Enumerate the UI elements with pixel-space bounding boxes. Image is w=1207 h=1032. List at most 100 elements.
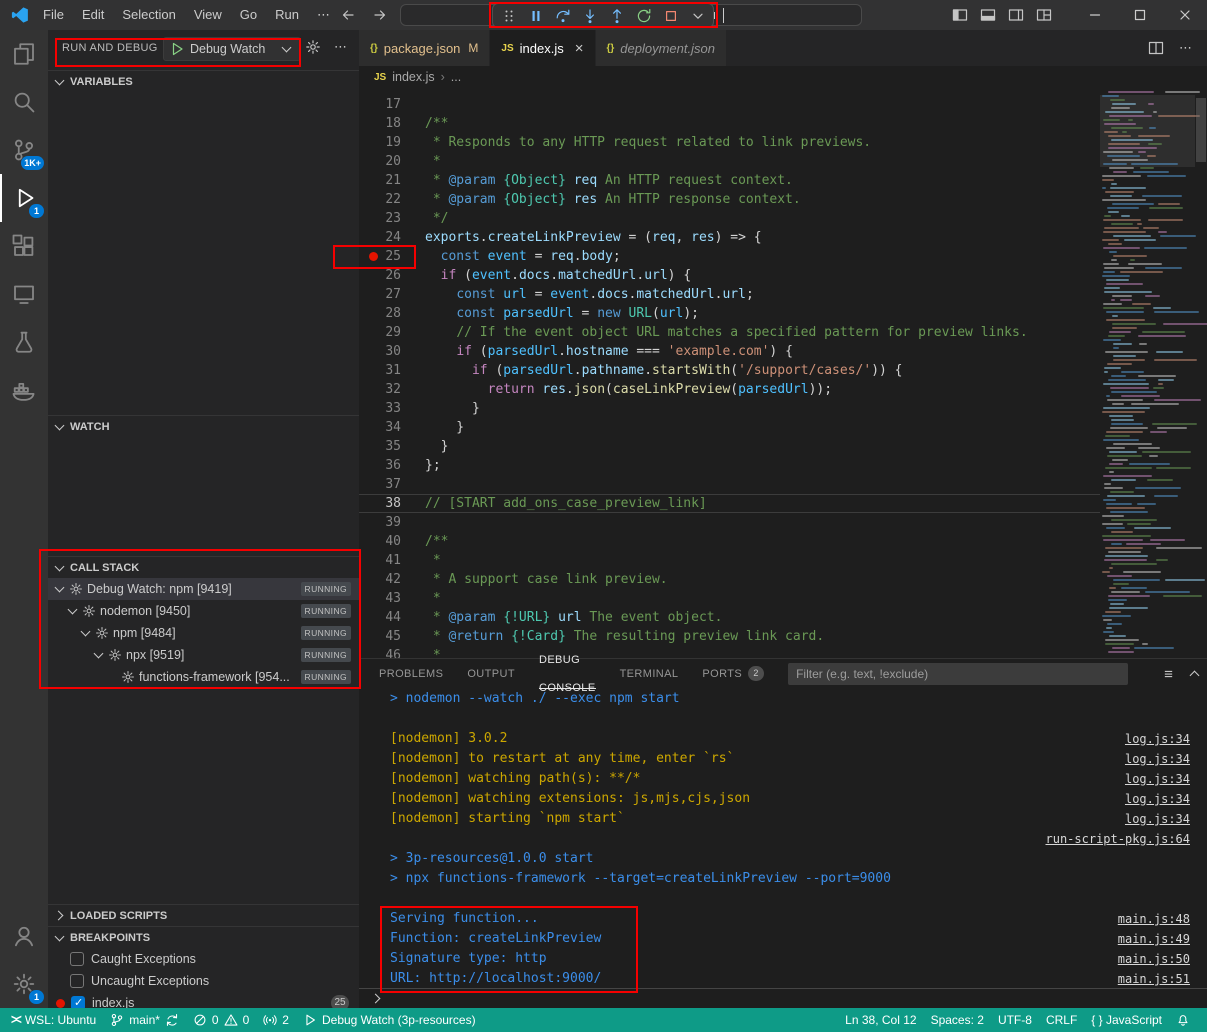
cursor-position[interactable]: Ln 38, Col 12 xyxy=(838,1008,923,1032)
menu-more[interactable]: ⋯ xyxy=(308,0,339,30)
source-link[interactable]: main.js:48 xyxy=(1118,909,1190,929)
toggle-secondary-sidebar-icon[interactable] xyxy=(1008,7,1024,23)
panel-tab-ports[interactable]: PORTS2 xyxy=(702,659,764,689)
call-stack-row[interactable]: npx [9519]RUNNING xyxy=(48,644,359,666)
line-number[interactable]: 42 xyxy=(359,570,425,589)
line-number[interactable]: 30 xyxy=(359,342,425,361)
source-control-icon[interactable]: 1K+ xyxy=(0,126,48,174)
line-number[interactable]: 35 xyxy=(359,437,425,456)
line-number[interactable]: 20 xyxy=(359,152,425,171)
docker-icon[interactable] xyxy=(0,366,48,414)
chevron-up-icon[interactable] xyxy=(1187,666,1203,682)
line-number[interactable]: 37 xyxy=(359,475,425,494)
watch-section-header[interactable]: WATCH xyxy=(48,415,359,437)
tab-package.json[interactable]: {}package.jsonM xyxy=(359,30,490,66)
line-number[interactable]: 39 xyxy=(359,513,425,532)
close-tab-icon[interactable]: × xyxy=(575,41,584,56)
breakpoint-checkbox[interactable] xyxy=(71,996,85,1008)
loaded-scripts-section-header[interactable]: LOADED SCRIPTS xyxy=(48,904,359,926)
variables-section-header[interactable]: VARIABLES xyxy=(48,70,359,92)
forwarded-ports[interactable]: 2 xyxy=(256,1008,296,1032)
toggle-panel-icon[interactable] xyxy=(980,7,996,23)
line-number[interactable]: 34 xyxy=(359,418,425,437)
step-out-icon[interactable] xyxy=(603,4,630,27)
source-link[interactable]: log.js:34 xyxy=(1125,789,1190,809)
editor-scrollbar[interactable] xyxy=(1195,88,1207,658)
call-stack-row[interactable]: functions-framework [954...RUNNING xyxy=(48,666,359,688)
more-actions-icon[interactable]: ⋯ xyxy=(334,39,347,55)
explorer-icon[interactable] xyxy=(0,30,48,78)
line-number[interactable]: 17 xyxy=(359,95,425,114)
call-stack-section-header[interactable]: CALL STACK xyxy=(48,556,359,578)
breadcrumb-more[interactable]: ... xyxy=(451,70,461,84)
breakpoint-dot-icon[interactable] xyxy=(369,252,378,261)
line-number[interactable]: 31 xyxy=(359,361,425,380)
breadcrumb[interactable]: JS index.js › ... xyxy=(359,66,1207,88)
line-number[interactable]: 28 xyxy=(359,304,425,323)
step-over-icon[interactable] xyxy=(549,4,576,27)
source-link[interactable]: main.js:49 xyxy=(1118,929,1190,949)
line-number[interactable]: 25 xyxy=(359,247,425,266)
output-actions-icon[interactable]: ≡ xyxy=(1164,666,1173,683)
branch-status[interactable]: main* xyxy=(103,1008,186,1032)
breadcrumb-file[interactable]: index.js xyxy=(392,70,434,84)
source-link[interactable]: log.js:34 xyxy=(1125,749,1190,769)
stop-icon[interactable] xyxy=(657,4,684,27)
breakpoint-checkbox[interactable] xyxy=(70,974,84,988)
run-debug-icon[interactable]: 1 xyxy=(0,174,48,222)
panel-tab-problems[interactable]: PROBLEMS xyxy=(379,659,443,689)
breakpoint-checkbox[interactable] xyxy=(70,952,84,966)
source-link[interactable]: log.js:34 xyxy=(1125,769,1190,789)
step-into-icon[interactable] xyxy=(576,4,603,27)
encoding[interactable]: UTF-8 xyxy=(991,1008,1039,1032)
breakpoint-row[interactable]: Uncaught Exceptions xyxy=(48,970,359,992)
debug-config-dropdown[interactable]: Debug Watch xyxy=(163,37,301,61)
line-number[interactable]: 23 xyxy=(359,209,425,228)
eol-sequence[interactable]: CRLF xyxy=(1039,1008,1084,1032)
pause-icon[interactable] xyxy=(522,4,549,27)
tab-deployment.json[interactable]: {}deployment.json xyxy=(596,30,727,66)
problems-status[interactable]: 00 xyxy=(186,1008,256,1032)
call-stack-row[interactable]: Debug Watch: npm [9419]RUNNING xyxy=(48,578,359,600)
line-number[interactable]: 43 xyxy=(359,589,425,608)
back-arrow-icon[interactable] xyxy=(340,7,356,23)
forward-arrow-icon[interactable] xyxy=(372,7,388,23)
line-number[interactable]: 18 xyxy=(359,114,425,133)
search-icon[interactable] xyxy=(0,78,48,126)
source-link[interactable]: main.js:50 xyxy=(1118,949,1190,969)
line-number[interactable]: 27 xyxy=(359,285,425,304)
tab-index.js[interactable]: JSindex.js× xyxy=(490,30,595,66)
line-number[interactable]: 40 xyxy=(359,532,425,551)
notifications[interactable] xyxy=(1169,1008,1197,1032)
toggle-sidebar-icon[interactable] xyxy=(952,7,968,23)
scrollbar-thumb[interactable] xyxy=(1196,98,1206,162)
menu-go[interactable]: Go xyxy=(231,0,266,30)
debug-settings-gear-icon[interactable] xyxy=(305,39,321,55)
remote-indicator[interactable]: ><WSL: Ubuntu xyxy=(4,1008,103,1032)
line-number[interactable]: 29 xyxy=(359,323,425,342)
line-number[interactable]: 22 xyxy=(359,190,425,209)
maximize-button[interactable] xyxy=(1117,0,1162,30)
restart-icon[interactable] xyxy=(630,4,657,27)
account-icon[interactable] xyxy=(0,912,48,960)
line-number[interactable]: 36 xyxy=(359,456,425,475)
line-number[interactable]: 19 xyxy=(359,133,425,152)
call-stack-row[interactable]: npm [9484]RUNNING xyxy=(48,622,359,644)
panel-tab-terminal[interactable]: TERMINAL xyxy=(620,659,679,689)
debug-console-input[interactable] xyxy=(359,988,1207,1008)
indentation[interactable]: Spaces: 2 xyxy=(924,1008,991,1032)
more-actions-icon[interactable]: ⋯ xyxy=(1179,40,1192,56)
line-number[interactable]: 45 xyxy=(359,627,425,646)
line-number[interactable]: 38 xyxy=(359,495,425,512)
breakpoint-row[interactable]: Caught Exceptions xyxy=(48,948,359,970)
minimap[interactable] xyxy=(1100,88,1195,658)
line-number[interactable]: 33 xyxy=(359,399,425,418)
source-link[interactable]: run-script-pkg.js:64 xyxy=(1046,829,1191,849)
start-debugging-icon[interactable] xyxy=(169,41,185,57)
source-link[interactable]: log.js:34 xyxy=(1125,809,1190,829)
menu-view[interactable]: View xyxy=(185,0,231,30)
customize-layout-icon[interactable] xyxy=(1036,7,1052,23)
call-stack-row[interactable]: nodemon [9450]RUNNING xyxy=(48,600,359,622)
line-number[interactable]: 26 xyxy=(359,266,425,285)
code-editor[interactable]: 1718/**19 * Responds to any HTTP request… xyxy=(359,88,1207,658)
